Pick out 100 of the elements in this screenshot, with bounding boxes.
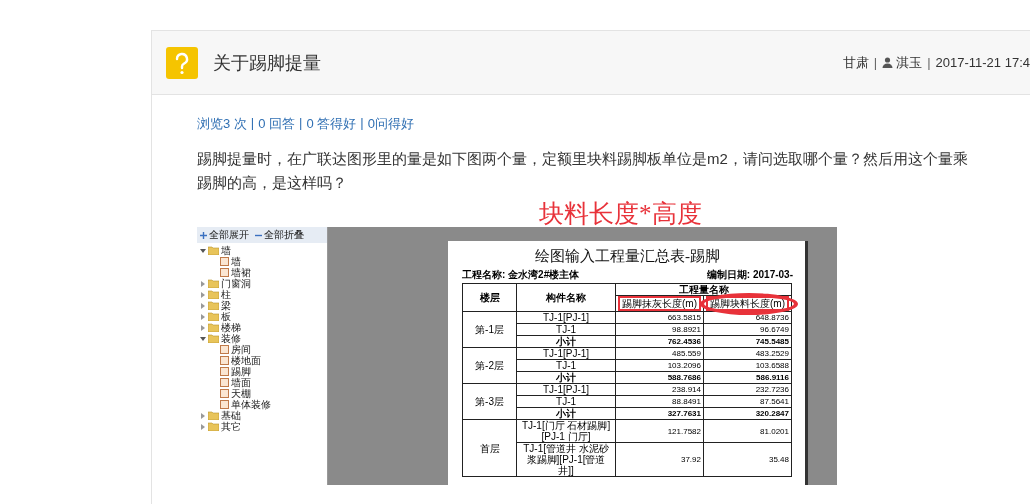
tree-item[interactable]: 墙: [221, 245, 231, 256]
folder-icon: [208, 301, 219, 310]
tree-item[interactable]: 楼地面: [231, 355, 261, 366]
expand-triangle-icon[interactable]: [200, 324, 206, 331]
project-name: 工程名称: 金水湾2#楼主体: [462, 268, 580, 282]
table-cell: 88.8491: [615, 395, 704, 408]
table-cell: TJ-1[门厅 石材踢脚][PJ-1 门厅]: [516, 419, 616, 443]
plus-icon: [200, 231, 207, 239]
collapse-triangle-icon[interactable]: [200, 247, 206, 254]
tree-item[interactable]: 梁: [221, 300, 231, 311]
table-cell: TJ-1[PJ-1]: [516, 347, 616, 360]
tree-item[interactable]: 天棚: [231, 388, 251, 399]
table-cell: TJ-1[管道井 水泥砂浆踢脚][PJ-1[管道井]]: [516, 442, 616, 477]
table-cell: 小计: [516, 335, 616, 348]
separator: |: [873, 55, 878, 70]
tree-item[interactable]: 柱: [221, 289, 231, 300]
report-date: 编制日期: 2017-03-: [706, 268, 793, 282]
folder-icon: [208, 312, 219, 321]
table-cell: 103.6588: [703, 359, 792, 372]
tree-item[interactable]: 基础: [221, 410, 241, 421]
table-cell: 首层: [462, 419, 517, 477]
separator: |: [927, 55, 931, 70]
tree-item[interactable]: 房间: [231, 344, 251, 355]
stats-link[interactable]: 0问得好: [367, 115, 414, 133]
folder-icon: [208, 411, 219, 420]
expand-triangle-icon[interactable]: [200, 313, 206, 320]
table-cell: 483.2529: [703, 347, 792, 360]
highlighted-column-header: 踢脚块料长度(m): [706, 296, 789, 311]
table-cell: 第-3层: [462, 383, 517, 420]
expand-triangle-icon[interactable]: [200, 302, 206, 309]
table-cell: 327.7631: [615, 407, 704, 420]
table-cell: 586.9116: [703, 371, 792, 384]
table-cell: 663.5815: [615, 311, 704, 324]
table-cell: 762.4536: [615, 335, 704, 348]
table-cell: 588.7686: [615, 371, 704, 384]
question-text: 踢脚提量时，在广联达图形里的量是如下图两个量，定额里块料踢脚板单位是m2，请问选取哪个量？然后用这个量乘: [197, 149, 969, 169]
tree-item[interactable]: 墙面: [231, 377, 251, 388]
table-cell: 745.5485: [703, 335, 792, 348]
tree-item[interactable]: 装修: [221, 333, 241, 344]
folder-icon: [208, 246, 219, 255]
tree-item[interactable]: 墙裙: [231, 267, 251, 278]
table-cell: 第-2层: [462, 347, 517, 384]
table-cell: TJ-1[PJ-1]: [516, 383, 616, 396]
tree-item[interactable]: 板: [221, 311, 231, 322]
location-label: 甘肃: [842, 53, 869, 72]
column-header: 构件名称: [516, 283, 616, 312]
tree-item[interactable]: 楼梯: [221, 322, 241, 333]
table-cell: 232.7236: [703, 383, 792, 396]
table-cell: 35.48: [703, 442, 792, 477]
table-cell: 小计: [516, 371, 616, 384]
folder-icon: [208, 279, 219, 288]
table-cell: 87.5641: [703, 395, 792, 408]
expand-triangle-icon[interactable]: [200, 412, 206, 419]
folder-icon: [208, 323, 219, 332]
collapse-triangle-icon[interactable]: [200, 335, 206, 342]
table-cell: TJ-1: [516, 359, 616, 372]
expand-triangle-icon[interactable]: [200, 280, 206, 287]
user-icon: [882, 57, 894, 68]
expand-triangle-icon[interactable]: [200, 291, 206, 298]
separator: |: [250, 115, 255, 132]
table-cell: 98.8921: [615, 323, 704, 336]
table-cell: 485.559: [615, 347, 704, 360]
tree-item[interactable]: 单体装修: [231, 399, 271, 410]
table-cell: 103.2096: [615, 359, 704, 372]
report-title: 绘图输入工程量汇总表-踢脚: [534, 247, 721, 266]
table-cell: 第-1层: [462, 311, 517, 348]
separator: |: [360, 115, 364, 132]
author-name: 淇玉: [896, 53, 923, 72]
folder-icon: [208, 422, 219, 431]
tree-item[interactable]: 墙: [231, 256, 241, 267]
table-cell: TJ-1: [516, 395, 616, 408]
question-title: 关于踢脚提量: [213, 51, 321, 75]
annotation-text: 块料长度*高度: [539, 199, 702, 229]
table-cell: TJ-1[PJ-1]: [516, 311, 616, 324]
table-cell: 37.92: [615, 442, 704, 477]
stats-link[interactable]: 0 回答: [258, 115, 296, 133]
table-cell: 121.7582: [615, 419, 704, 443]
tree-item[interactable]: 门窗洞: [221, 278, 251, 289]
question-mark-icon: [166, 46, 198, 79]
table-cell: TJ-1: [516, 323, 616, 336]
stats-link[interactable]: 浏览3 次: [197, 115, 247, 133]
post-date: 2017-11-21 17:4: [935, 55, 1030, 70]
table-cell: 238.914: [615, 383, 704, 396]
tree-item[interactable]: 踢脚: [231, 366, 251, 377]
tree-toolbar-button[interactable]: 全部折叠: [253, 228, 306, 242]
stats-link[interactable]: 0 答得好: [306, 115, 357, 133]
table-cell: 小计: [516, 407, 616, 420]
column-header: 工程量名称: [615, 283, 792, 296]
table-cell: 320.2847: [703, 407, 792, 420]
expand-triangle-icon[interactable]: [200, 423, 206, 430]
tree-item[interactable]: 其它: [221, 421, 241, 432]
column-header: 楼层: [462, 283, 517, 312]
tree-toolbar-button[interactable]: 全部展开: [198, 228, 251, 242]
highlighted-column-header: 踢脚抹灰长度(m): [618, 296, 701, 311]
separator: |: [299, 115, 303, 132]
table-cell: 81.0201: [703, 419, 792, 443]
folder-icon: [208, 334, 219, 343]
folder-icon: [208, 290, 219, 299]
question-text: 踢脚的高，是这样吗？: [197, 173, 348, 193]
table-cell: 648.8736: [703, 311, 792, 324]
